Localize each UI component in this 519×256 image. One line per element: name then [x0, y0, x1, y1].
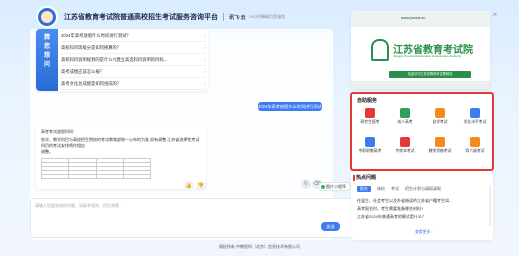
service-item[interactable]: 教师资格考试: [424, 137, 456, 154]
chevron-right-icon: ›: [204, 44, 206, 51]
book-icon: [365, 137, 375, 147]
mini-program-button[interactable]: 图片小程序: [318, 182, 351, 191]
faq-item[interactable]: 高校科目说明规划的是什么?(建立高选科目说明的目标... ›: [61, 54, 206, 66]
tab-admission[interactable]: 招生计划与填报录取: [405, 186, 441, 192]
answer-card: 高考考试放假时间： 依次，教学科目与高校招生院校的考试教育部统一公布的为准,如有…: [36, 125, 206, 189]
scrollbar[interactable]: [489, 186, 491, 226]
faq-question: 高校科目等级分是如何换算的？: [61, 44, 122, 50]
chevron-right-icon: ›: [204, 32, 206, 39]
answer-line: 高考考试放假时间：: [41, 129, 77, 134]
banner-org-en: Jiangsu Provincial Education Examination…: [393, 54, 462, 58]
faq-side-char: 猜: [43, 35, 50, 41]
hot-question-item[interactable]: 往届生、社会考生以及外省借读的江苏省户籍考生如...: [357, 197, 489, 205]
thumbs-down-icon[interactable]: 👎: [196, 181, 206, 191]
faq-item[interactable]: 高考成绩应该怎么报？ ›: [61, 66, 206, 78]
cert-icon: [470, 137, 480, 147]
answer-line: 调整。: [41, 149, 53, 154]
service-item[interactable]: 专转本考试: [389, 137, 421, 154]
title-marker: [353, 175, 355, 181]
user-message-bubble: 2024年高考放假什么时间进行测试？: [258, 102, 326, 111]
refresh-icon[interactable]: ↻: [301, 179, 311, 189]
faq-side-char: 您: [43, 44, 50, 50]
mini-program-label: 图片小程序: [326, 184, 346, 189]
hot-question-item[interactable]: 高考报名时，考生需要准备哪些材料?: [357, 205, 489, 213]
tab-signup[interactable]: 报名: [357, 186, 371, 192]
service-item[interactable]: 中职职教高考: [354, 137, 386, 154]
faq-side-char: 想: [43, 53, 50, 59]
thumbs-up-icon[interactable]: 👍: [184, 181, 194, 191]
tab-exam[interactable]: 考试: [391, 186, 399, 192]
faq-list: 2024年高考放假什么时间进行测试？ › 高校科目等级分是如何换算的？ › 高校科目…: [61, 30, 206, 90]
self-service-panel: 自助服务 研究生报考 成人高考 自学考试 学业水平考试 中职职教高考 专转本考试…: [350, 92, 494, 177]
hot-tabs: 报名 体检 考试 招生计划与填报录取: [357, 186, 447, 192]
hot-questions-title: 热点问题: [356, 175, 377, 181]
hot-questions-panel: 热点问题 报名 体检 考试 招生计划与填报录取 往届生、社会考生以及外省借读的江…: [351, 171, 493, 240]
service-item[interactable]: 成人高考: [389, 108, 421, 125]
view-more-link[interactable]: 查看更多 ›: [415, 230, 433, 235]
person-icon: [470, 108, 480, 118]
service-label: 教师资格考试: [428, 149, 452, 153]
service-label: 自学考试: [432, 120, 448, 124]
service-item[interactable]: 研究生报考: [354, 108, 386, 125]
school-icon: [435, 108, 445, 118]
close-icon[interactable]: ×: [491, 11, 499, 19]
input-placeholder: 请输入您要咨询的问题，如高考规则、招生政策...: [35, 203, 123, 208]
chevron-right-icon: ›: [204, 56, 206, 63]
hot-question-item[interactable]: 江苏省2024年普通高考的模式是什么？: [357, 213, 489, 221]
banner-bottom-strip: [351, 81, 490, 89]
teacher-icon: [435, 137, 445, 147]
brand-label: 讯飞·云: [229, 14, 246, 21]
faq-item[interactable]: 2024年高考放假什么时间进行测试？ ›: [61, 30, 206, 42]
emblem-icon: [371, 39, 389, 61]
footer: 版权所有 中教智科（北京）信息技术有限公司: [218, 244, 301, 249]
faq-question: 高考成绩应该怎么报？: [61, 68, 104, 74]
self-service-title: 自助服务: [357, 98, 378, 104]
people-icon: [400, 108, 410, 118]
faq-question: 高考文化总成绩是如何组成的？: [61, 80, 122, 86]
send-button[interactable]: 发送: [321, 222, 340, 231]
service-label: 成人高考: [397, 120, 413, 124]
faq-side-char: 问: [43, 62, 50, 68]
divider: [223, 13, 224, 21]
wechat-icon: [321, 185, 325, 189]
service-label: 专转本考试: [395, 149, 415, 153]
answer-line: 依次，教学科目与高校招生院校的考试教育部统一公布的为准,如有调整,江苏省选择性考…: [41, 137, 200, 148]
tab-physical[interactable]: 体检: [377, 186, 385, 192]
promo-banner[interactable]: www.jseea.cn 江苏省教育考试院 Jiangsu Provincial…: [351, 11, 490, 89]
faq-question: 高校科目说明规划的是什么?(建立高选科目说明的目标...: [61, 56, 168, 62]
page-title: 江苏省教育考试院普通高校招生考试服务咨询平台: [64, 14, 218, 21]
faq-question: 2024年高考放假什么时间进行测试？: [61, 32, 131, 38]
service-item[interactable]: 学业水平考试: [459, 108, 491, 125]
faq-card: 猜 您 想 问 2024年高考放假什么时间进行测试？ › 高校科目等级分是如何换算…: [36, 29, 208, 91]
tagline: 24小时精确为您服务: [248, 14, 286, 19]
faq-item[interactable]: 高考文化总成绩是如何组成的？ ›: [61, 78, 206, 90]
banner-welcome-bar: 欢迎访问江苏省教育考试院网站: [389, 71, 471, 78]
service-label: 研究生报考: [360, 120, 380, 124]
swap-icon: [400, 137, 410, 147]
answer-table: [40, 158, 152, 179]
service-item[interactable]: 四六级考试: [459, 137, 491, 154]
service-label: 学业水平考试: [463, 120, 487, 124]
question-input[interactable]: 请输入您要咨询的问题，如高考规则、招生政策...: [30, 198, 355, 238]
avatar: [36, 6, 58, 28]
faq-item[interactable]: 高校科目等级分是如何换算的？ ›: [61, 42, 206, 54]
banner-url: www.jseea.cn: [401, 15, 426, 20]
chevron-right-icon: ›: [204, 68, 206, 75]
service-label: 四六级考试: [465, 149, 485, 153]
grad-icon: [365, 108, 375, 118]
service-item[interactable]: 自学考试: [424, 108, 456, 125]
hot-list: 往届生、社会考生以及外省借读的江苏省户籍考生如... 高考报名时，考生需要准备哪…: [357, 197, 489, 221]
service-label: 中职职教高考: [358, 149, 382, 153]
chevron-right-icon: ›: [204, 80, 206, 87]
faq-side-banner: 猜 您 想 问: [36, 29, 58, 91]
